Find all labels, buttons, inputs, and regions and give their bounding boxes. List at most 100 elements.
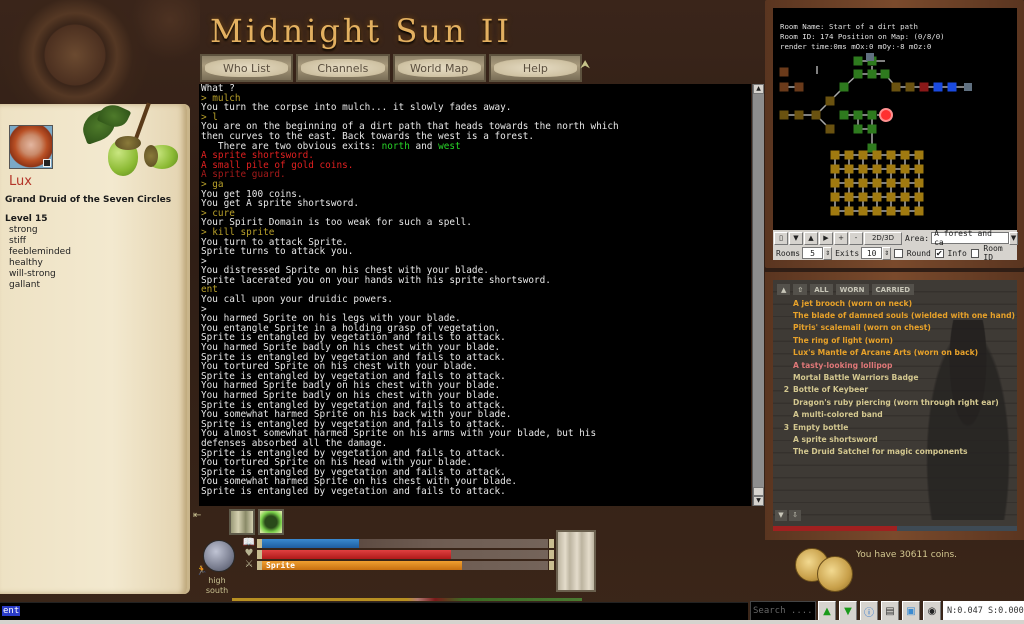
map-zoom-in-button[interactable]: +	[834, 231, 848, 245]
who-list-button[interactable]: Who List	[200, 54, 294, 82]
map-room	[886, 178, 896, 188]
compass-orb[interactable]	[203, 540, 235, 572]
map-room	[886, 192, 896, 202]
map-room	[844, 178, 854, 188]
move-down-icon[interactable]: ▼	[839, 601, 857, 621]
map-room	[811, 110, 821, 120]
map-room	[853, 56, 863, 66]
exit-link-west[interactable]: west	[438, 141, 461, 152]
map-room	[867, 69, 877, 79]
move-up-icon[interactable]: ▲	[818, 601, 836, 621]
area-dropdown-icon[interactable]: ▼	[1009, 231, 1019, 245]
helmet-icon[interactable]: ◉	[923, 601, 941, 621]
druid-aura-spell-icon[interactable]	[258, 509, 284, 535]
inventory-item[interactable]: A sprite shortsword	[773, 433, 1015, 445]
area-select[interactable]: A forest and ca	[931, 229, 1010, 247]
item-name: Bottle of Keybeer	[793, 385, 869, 395]
console-line: What ?	[201, 84, 235, 94]
console-line: Sprite is entangled by vegetation and fa…	[201, 485, 506, 497]
character-level: Level 15	[5, 214, 48, 224]
inventory-item[interactable]: A jet brooch (worn on neck)	[773, 297, 1015, 309]
map-room	[779, 67, 789, 77]
round-checkbox[interactable]	[894, 248, 903, 258]
coin-icon	[817, 556, 853, 592]
map-room	[872, 206, 882, 216]
console-scrollbar[interactable]: ▲ ▼	[752, 84, 764, 506]
tab-worn[interactable]: WORN	[835, 284, 869, 295]
room-id-label: Room ID	[983, 244, 1003, 262]
game-console-output[interactable]: What ? > mulch You turn the corpse into mu…	[199, 84, 751, 506]
inventory-item[interactable]: A multi-colored band	[773, 409, 1015, 421]
map-room	[839, 82, 849, 92]
map-view[interactable]: Room Name: Start of a dirt path Room ID: …	[773, 8, 1017, 230]
rooms-spinner[interactable]: 5	[802, 247, 824, 259]
game-logo: Midnight Sun II	[210, 12, 513, 50]
inventory-item[interactable]: Mortal Battle Warriors Badge	[773, 371, 1015, 383]
world-map-button[interactable]: World Map	[392, 54, 486, 82]
rooms-spinner-arrows[interactable]: ⇕	[823, 246, 833, 260]
map-room	[872, 164, 882, 174]
tab-carried[interactable]: CARRIED	[871, 284, 915, 295]
map-room	[794, 82, 804, 92]
inventory-scroll-top-icon[interactable]: ⇧	[793, 284, 808, 295]
area-label: Area:	[905, 233, 930, 243]
map-toggle-button[interactable]: ▯	[774, 231, 788, 245]
exit-link-north[interactable]: north	[382, 141, 410, 152]
screen-icon[interactable]: ▣	[902, 601, 920, 621]
scroll-thumb[interactable]	[753, 487, 764, 496]
map-room	[933, 82, 943, 92]
info-icon[interactable]: ⓘ	[860, 601, 878, 621]
scroll-down-button[interactable]: ▼	[753, 496, 764, 506]
inventory-item[interactable]: Lux's Mantle of Arcane Arts (worn on bac…	[773, 347, 1015, 359]
map-room	[900, 206, 910, 216]
inventory-item[interactable]: The ring of light (worn)	[773, 334, 1015, 346]
inventory-item[interactable]: Dragon's ruby piercing (worn through rig…	[773, 396, 1015, 408]
collapse-up-icon[interactable]: ⮝	[580, 57, 590, 72]
map-zoom-out-button[interactable]: -	[849, 231, 863, 245]
map-room	[858, 192, 868, 202]
tab-all[interactable]: ALL	[810, 284, 833, 295]
map-room	[914, 164, 924, 174]
scroll-up-button[interactable]: ▲	[753, 84, 764, 94]
character-portrait[interactable]	[9, 125, 53, 169]
inventory-list: A jet brooch (worn on neck) The blade of …	[773, 297, 1015, 458]
card-icon[interactable]: ▤	[881, 601, 899, 621]
inventory-item[interactable]: A tasty-looking lollipop	[773, 359, 1015, 371]
item-name: A jet brooch (worn on neck)	[793, 298, 913, 308]
command-input[interactable]: ent	[0, 602, 748, 620]
map-play-button[interactable]: ▶	[819, 231, 833, 245]
exits-spinner-arrows[interactable]: ⇕	[882, 246, 892, 260]
network-status: N:0.047 S:0.000	[943, 601, 1024, 621]
inventory-item[interactable]: The blade of damned souls (wielded with …	[773, 309, 1015, 321]
inventory-scroll-bottom-icon[interactable]: ⇩	[789, 510, 801, 521]
channels-button[interactable]: Channels	[296, 54, 390, 82]
scroll-inventory-icon[interactable]	[556, 530, 596, 592]
inventory-scroll-down-icon[interactable]: ▼	[775, 510, 787, 521]
entangle-spell-icon[interactable]	[229, 509, 255, 535]
inventory-item[interactable]: 2 Bottle of Keybeer	[773, 384, 1015, 396]
inventory-item[interactable]: Pitris' scalemail (worn on chest)	[773, 322, 1015, 334]
item-name: The blade of damned souls (wielded with …	[793, 311, 1016, 321]
inventory-scroll-up-icon[interactable]: ▲	[777, 284, 791, 295]
health-bar	[262, 550, 548, 559]
item-name: Dragon's ruby piercing (worn through rig…	[793, 397, 999, 407]
coins-text: You have 30611 coins.	[856, 550, 958, 560]
experience-bar	[232, 598, 582, 601]
help-button[interactable]: Help	[488, 54, 582, 82]
room-id-checkbox[interactable]	[970, 248, 980, 258]
map-2d3d-button[interactable]: 2D/3D	[864, 231, 902, 245]
collapse-left-icon[interactable]: ⇤	[193, 510, 201, 521]
target-health-bar: Sprite	[262, 561, 548, 570]
inventory-item[interactable]: The Druid Satchel for magic components	[773, 446, 1015, 458]
map-level-up-button[interactable]: ▲	[804, 231, 818, 245]
item-name: A multi-colored band	[793, 410, 883, 420]
info-checkbox[interactable]: ✔	[934, 248, 944, 258]
map-room	[844, 164, 854, 174]
map-room	[844, 206, 854, 216]
exits-spinner[interactable]: 10	[861, 247, 883, 259]
inventory-item[interactable]: 3 Empty bottle	[773, 421, 1015, 433]
map-room	[830, 150, 840, 160]
map-room	[794, 110, 804, 120]
map-level-down-button[interactable]: ▼	[789, 231, 803, 245]
search-input[interactable]: Search ....	[750, 601, 816, 621]
